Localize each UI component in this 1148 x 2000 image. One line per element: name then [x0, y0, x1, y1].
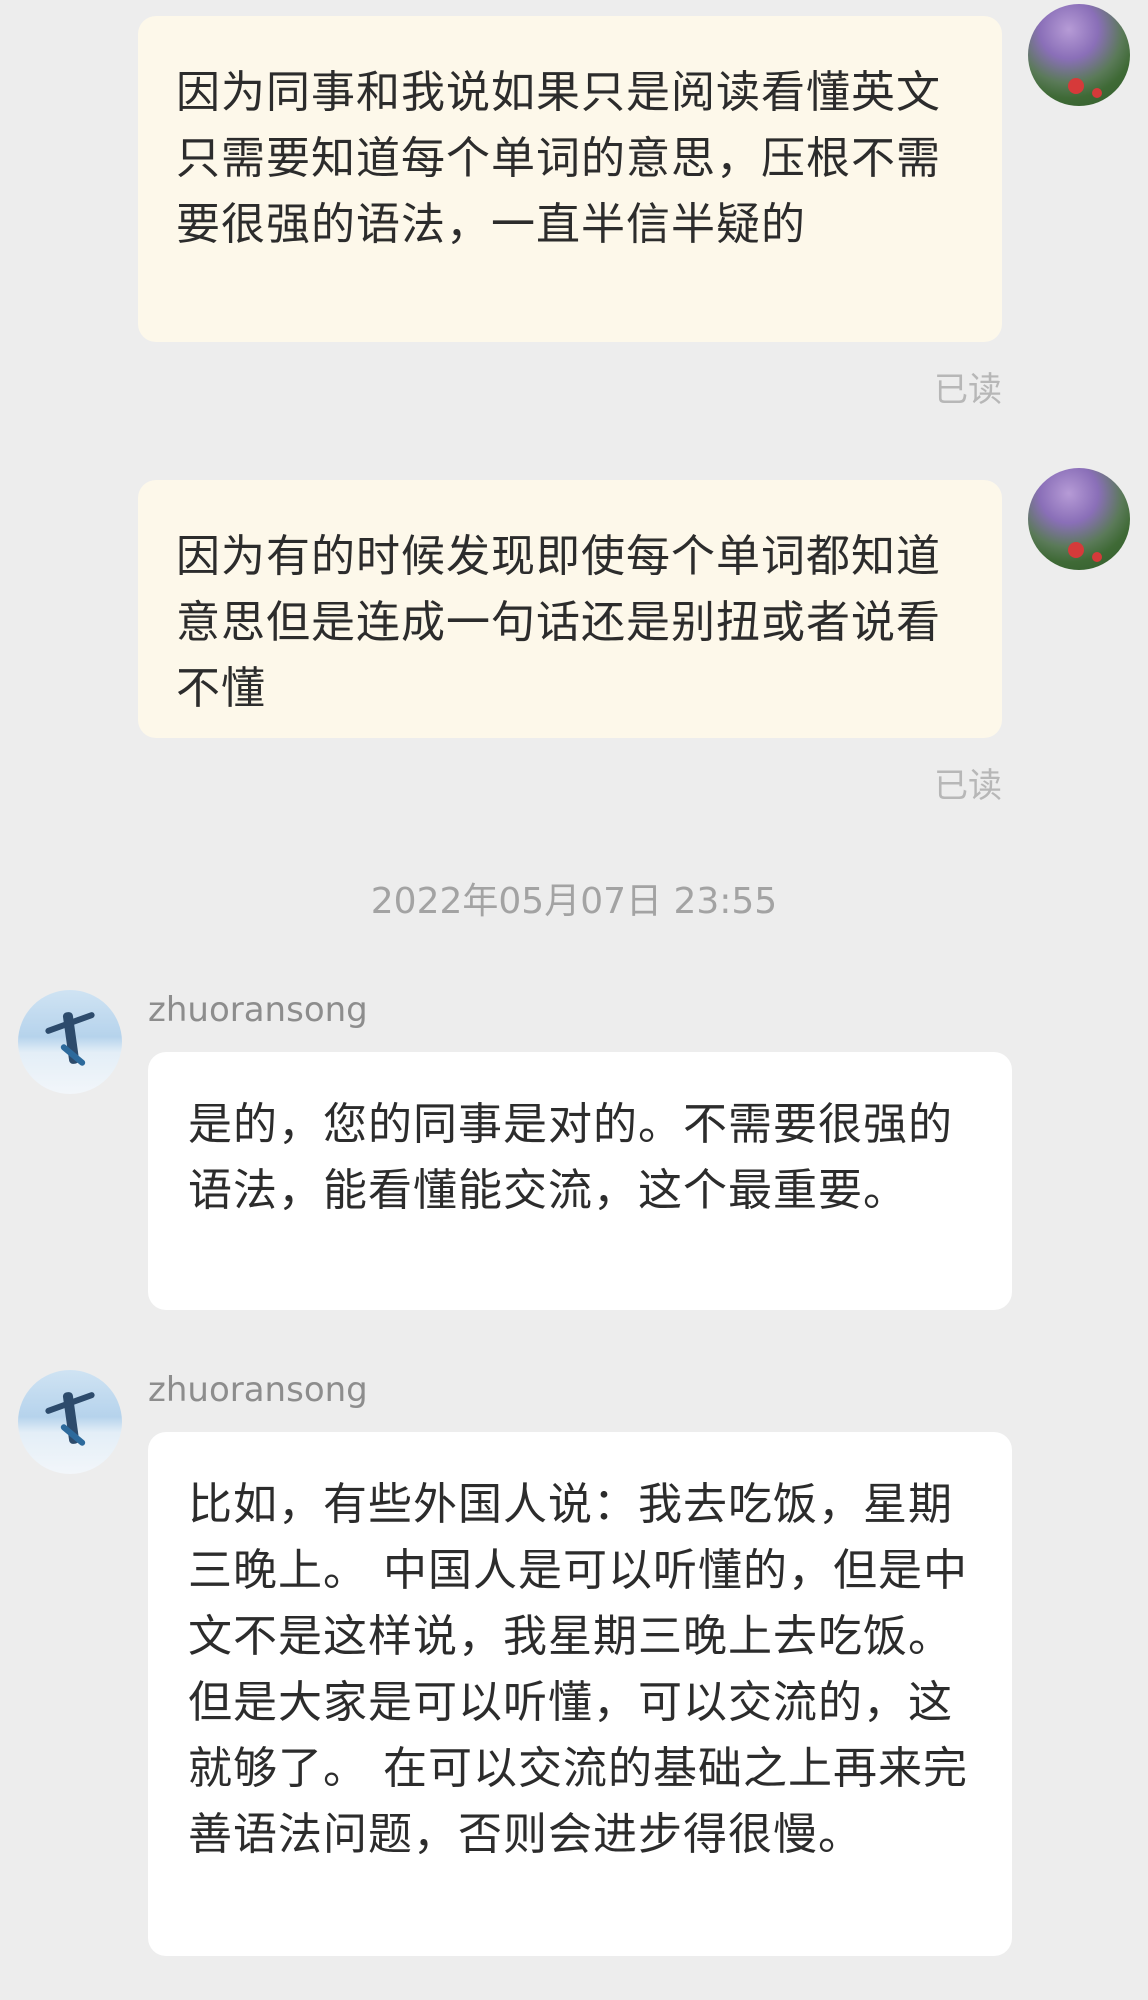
read-status: 已读 — [934, 766, 1002, 806]
chat-conversation: 因为同事和我说如果只是阅读看懂英文只需要知道每个单词的意思，压根不需要很强的语法… — [0, 0, 1148, 2000]
message-text: 比如，有些外国人说：我去吃饭，星期三晚上。 中国人是可以听懂的，但是中文不是这样… — [188, 1479, 968, 1860]
message-text: 是的，您的同事是对的。不需要很强的语法，能看懂能交流，这个最重要。 — [188, 1099, 953, 1216]
message-text: 因为有的时候发现即使每个单词都知道意思但是连成一句话还是别扭或者说看不懂 — [176, 531, 941, 714]
incoming-message-bubble[interactable]: 是的，您的同事是对的。不需要很强的语法，能看懂能交流，这个最重要。 — [148, 1052, 1012, 1310]
sender-name: zhuoransong — [148, 1370, 368, 1410]
avatar-flower-decoration — [1068, 78, 1084, 94]
contact-avatar[interactable] — [18, 990, 122, 1094]
message-text: 因为同事和我说如果只是阅读看懂英文只需要知道每个单词的意思，压根不需要很强的语法… — [176, 67, 941, 250]
my-avatar[interactable] — [1028, 4, 1130, 106]
contact-avatar[interactable] — [18, 1370, 122, 1474]
sender-name: zhuoransong — [148, 990, 368, 1030]
avatar-flower-decoration — [1092, 88, 1102, 98]
outgoing-message-bubble[interactable]: 因为有的时候发现即使每个单词都知道意思但是连成一句话还是别扭或者说看不懂 — [138, 480, 1002, 738]
read-status: 已读 — [934, 370, 1002, 410]
avatar-flower-decoration — [1092, 552, 1102, 562]
incoming-message-bubble[interactable]: 比如，有些外国人说：我去吃饭，星期三晚上。 中国人是可以听懂的，但是中文不是这样… — [148, 1432, 1012, 1956]
outgoing-message-bubble[interactable]: 因为同事和我说如果只是阅读看懂英文只需要知道每个单词的意思，压根不需要很强的语法… — [138, 16, 1002, 342]
message-timestamp: 2022年05月07日 23:55 — [370, 881, 778, 922]
my-avatar[interactable] — [1028, 468, 1130, 570]
avatar-flower-decoration — [1068, 542, 1084, 558]
